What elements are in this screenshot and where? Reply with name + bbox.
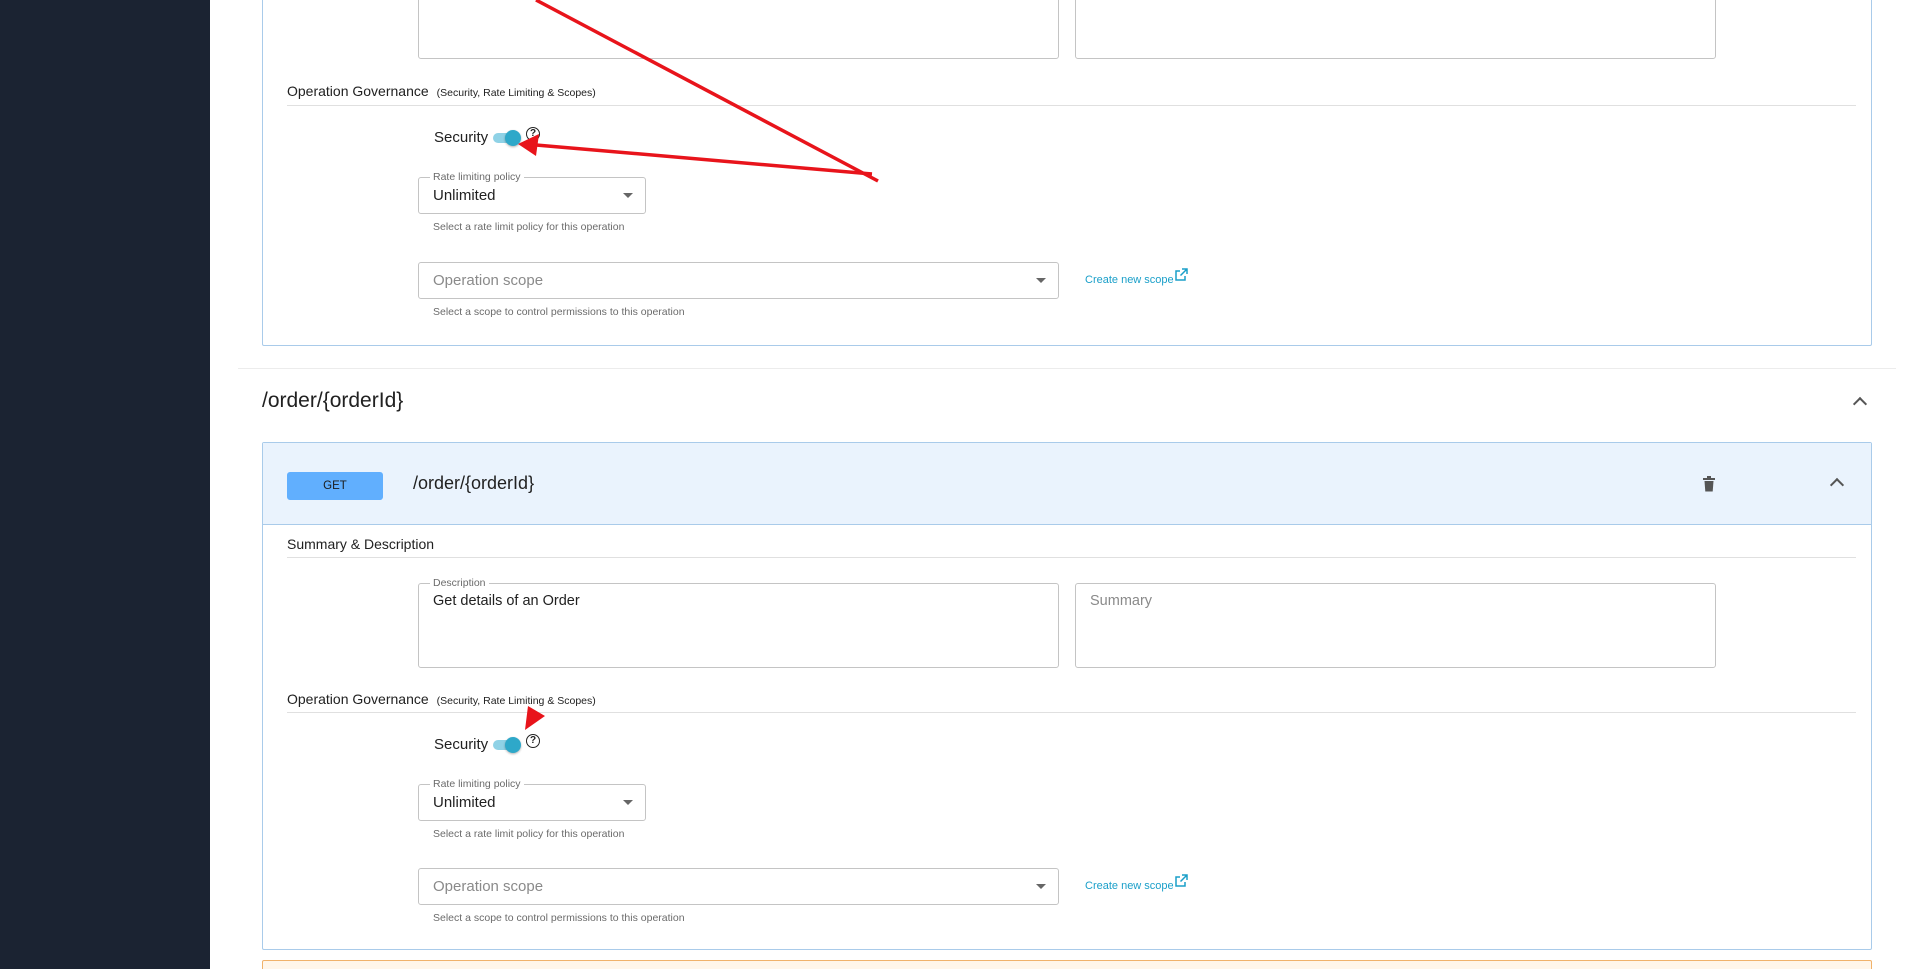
governance-divider-top	[287, 105, 1856, 106]
operation-panel-get-order: GET /order/{orderId} Summary & Descripti…	[262, 442, 1872, 950]
description-value: Get details of an Order	[433, 593, 580, 609]
help-circle-icon[interactable]: ?	[526, 127, 540, 141]
caret-down-icon	[1036, 884, 1046, 889]
rate-limit-value: Unlimited	[433, 187, 496, 204]
security-label-top: Security	[434, 129, 489, 146]
description-field[interactable]: Description Get details of an Order	[418, 577, 1059, 668]
summary-placeholder: Summary	[1090, 593, 1153, 609]
operation-panel-top: Operation Governance (Security, Rate Limi…	[262, 0, 1872, 346]
summary-description-title: Summary & Description	[287, 536, 435, 552]
operation-scope-placeholder: Operation scope	[433, 878, 544, 895]
rate-limit-helper-top: Select a rate limit policy for this oper…	[433, 221, 625, 233]
operation-header[interactable]: GET /order/{orderId}	[263, 443, 1871, 525]
summary-field-top[interactable]	[1075, 0, 1716, 59]
open-in-new-icon[interactable]	[1174, 268, 1188, 282]
chevron-up-icon[interactable]	[1829, 477, 1845, 493]
rate-limit-legend: Rate limiting policy	[430, 171, 524, 183]
next-operation-panel-edge	[262, 960, 1872, 969]
security-toggle[interactable]	[493, 737, 521, 753]
summary-divider	[287, 557, 1856, 558]
open-in-new-icon[interactable]	[1174, 874, 1188, 888]
rate-limit-select[interactable]: Rate limiting policy Unlimited	[418, 778, 646, 821]
governance-subtitle: (Security, Rate Limiting & Scopes)	[436, 695, 596, 707]
summary-field[interactable]: Summary	[1075, 583, 1716, 668]
operation-scope-select[interactable]: Operation scope	[418, 868, 1059, 905]
left-sidebar	[0, 0, 210, 969]
create-new-scope-link[interactable]: Create new scope	[1085, 880, 1174, 892]
operation-scope-helper: Select a scope to control permissions to…	[433, 912, 685, 924]
create-new-scope-link-top[interactable]: Create new scope	[1085, 274, 1174, 286]
security-toggle-top[interactable]	[493, 130, 521, 146]
governance-title: Operation Governance (Security, Rate Limi…	[287, 691, 596, 707]
operation-scope-select-top[interactable]: Operation scope	[418, 262, 1059, 299]
security-label: Security	[434, 736, 489, 753]
caret-down-icon	[1036, 278, 1046, 283]
help-circle-icon[interactable]: ?	[526, 734, 540, 748]
rate-limit-select-top[interactable]: Rate limiting policy Unlimited	[418, 171, 646, 214]
description-field-top[interactable]	[418, 0, 1059, 59]
governance-subtitle-top: (Security, Rate Limiting & Scopes)	[436, 87, 596, 99]
toggle-thumb	[505, 130, 521, 146]
method-badge-get: GET	[287, 472, 383, 500]
governance-divider	[287, 712, 1856, 713]
operation-scope-helper-top: Select a scope to control permissions to…	[433, 306, 685, 318]
operation-scope-placeholder: Operation scope	[433, 272, 544, 289]
governance-title-top: Operation Governance (Security, Rate Limi…	[287, 83, 596, 99]
rate-limit-helper: Select a rate limit policy for this oper…	[433, 828, 625, 840]
toggle-thumb	[505, 737, 521, 753]
operation-path: /order/{orderId}	[413, 473, 535, 493]
description-legend: Description	[430, 577, 489, 589]
rate-limit-value: Unlimited	[433, 794, 496, 811]
resource-separator	[238, 368, 1896, 369]
trash-icon[interactable]	[1702, 476, 1716, 492]
caret-down-icon	[623, 193, 633, 198]
caret-down-icon	[623, 800, 633, 805]
rate-limit-legend: Rate limiting policy	[430, 778, 524, 790]
resource-path-heading: /order/{orderId}	[262, 389, 404, 412]
